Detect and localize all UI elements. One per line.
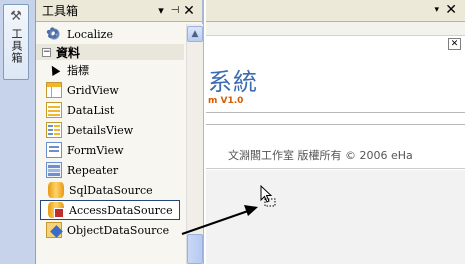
page-footer-text: 文淵閣工作室 版權所有 © 2006 eHa [228,149,413,162]
close-icon[interactable]: ✕ [445,2,457,18]
active-files-dropdown-icon[interactable]: ▾ [434,5,439,15]
toolbox-icon: ⚒ [10,9,22,24]
toolbox-item-label: DetailsView [67,123,134,137]
toolbox-titlebar: 工具箱 ▾ ⊣ ✕ [36,0,202,22]
divider [206,168,465,169]
detailsview-icon [46,122,62,138]
toolbox-item-label: Localize [67,27,113,41]
toolbox-side-tab-label: 工具箱 [10,28,23,64]
toolbox-item-localize[interactable]: Localize [36,24,186,44]
toolbox-item-label: FormView [67,143,124,157]
toolbox-item-label: AccessDataSource [69,203,173,217]
scroll-up-arrow-icon[interactable]: ▲ [187,26,203,42]
drop-area[interactable] [206,170,465,264]
toolbox-item-label: SqlDataSource [69,183,153,197]
toolbox-item-list: Localize − 資料 指標 GridView DataList Detai… [36,24,186,240]
drag-drop-cursor-icon [260,184,276,207]
toolbox-item-label: 指標 [67,64,89,77]
auto-hide-pin-icon[interactable]: ⊣ [168,5,182,16]
designer-ruler-bar [206,22,465,36]
banner-title: 系統 [208,68,258,96]
datalist-icon [46,102,62,118]
banner-version: m V1.0 [208,96,244,106]
divider [206,124,465,125]
designer-surface[interactable]: ▾ ✕ ✕ 系統 m V1.0 文淵閣工作室 版權所有 © 2006 eHa [206,0,465,264]
toolbox-item-sqldatasource[interactable]: SqlDataSource [36,180,186,200]
toolbox-item-formview[interactable]: FormView [36,140,186,160]
side-tab-strip: ⚒ 工具箱 [0,0,36,264]
toolbox-item-repeater[interactable]: Repeater [36,160,186,180]
window-position-dropdown-icon[interactable]: ▾ [154,4,168,17]
toolbox-item-label: ObjectDataSource [67,223,170,237]
ide-window: ⚒ 工具箱 工具箱 ▾ ⊣ ✕ Localize − 資料 指標 [0,0,465,264]
pointer-icon [46,62,62,78]
objectdatasource-icon [46,222,62,238]
repeater-icon [46,162,62,178]
gear-icon [46,24,62,42]
gridview-icon [46,82,62,98]
toolbox-item-objectdatasource[interactable]: ObjectDataSource [36,220,186,240]
toolbox-item-label: DataList [67,103,115,117]
toolbox-item-detailsview[interactable]: DetailsView [36,120,186,140]
toolbox-item-pointer[interactable]: 指標 [36,60,186,80]
toolbox-title: 工具箱 [42,4,79,18]
toolbox-item-accessdatasource[interactable]: AccessDataSource [40,200,180,220]
accessdatasource-icon [48,202,64,218]
sqldatasource-icon [48,182,64,198]
toolbox-side-tab[interactable]: ⚒ 工具箱 [3,4,29,80]
document-titlebar: ▾ ✕ [206,0,465,22]
collapse-minus-icon[interactable]: − [42,47,51,57]
close-icon[interactable]: ✕ [182,3,196,19]
toolbox-item-label: GridView [67,83,119,97]
toolbox-scrollbar[interactable]: ▲ [186,24,203,264]
toolbox-group-label: 資料 [56,45,81,60]
toolbox-group-data[interactable]: − 資料 [36,44,184,60]
divider [206,112,465,113]
toolbox-item-label: Repeater [67,163,119,177]
scrollbar-thumb[interactable] [187,234,203,264]
formview-icon [46,142,62,158]
page-banner: 系統 m V1.0 [206,56,465,112]
close-icon[interactable]: ✕ [448,38,461,50]
toolbox-item-gridview[interactable]: GridView [36,80,186,100]
toolbox-item-datalist[interactable]: DataList [36,100,186,120]
toolbox-panel: 工具箱 ▾ ⊣ ✕ Localize − 資料 指標 GridView [36,0,204,264]
